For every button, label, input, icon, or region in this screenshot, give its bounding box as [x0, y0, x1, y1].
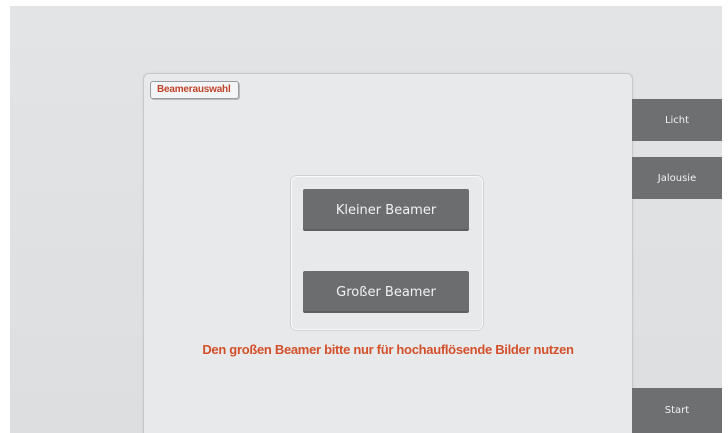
panel-tab-beamerauswahl: Beamerauswahl [150, 81, 239, 99]
touch-panel-screen: Beamerauswahl Kleiner Beamer Großer Beam… [10, 6, 722, 433]
beamer-button-group: Kleiner Beamer Großer Beamer [291, 176, 483, 330]
side-button-jalousie[interactable]: Jalousie [632, 157, 722, 199]
side-button-start[interactable]: Start [632, 388, 722, 433]
large-beamer-button[interactable]: Großer Beamer [303, 271, 469, 313]
small-beamer-button[interactable]: Kleiner Beamer [303, 189, 469, 231]
beamer-selection-panel: Beamerauswahl Kleiner Beamer Großer Beam… [143, 73, 633, 433]
side-button-licht[interactable]: Licht [632, 99, 722, 141]
notice-text: Den großen Beamer bitte nur für hochaufl… [202, 342, 574, 357]
